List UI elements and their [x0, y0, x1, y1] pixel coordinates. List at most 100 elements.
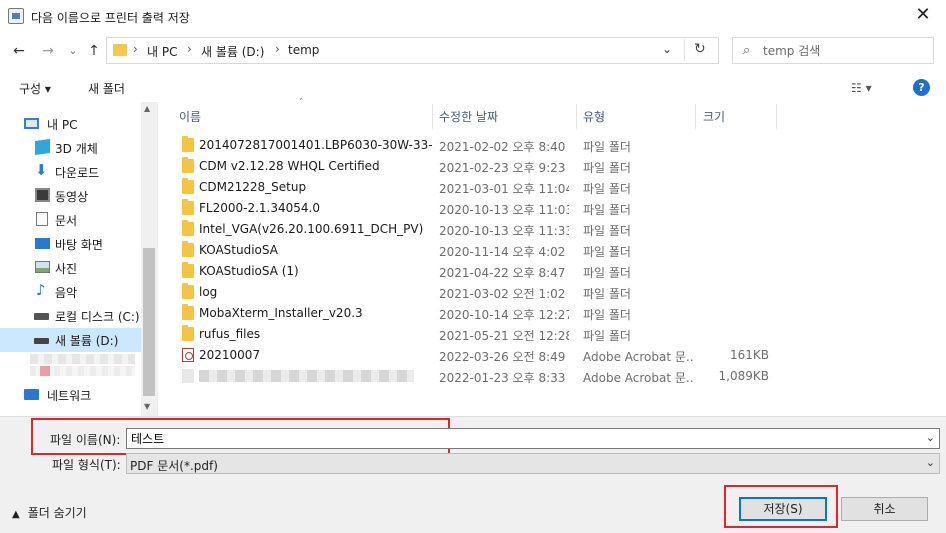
folder-icon: [182, 283, 194, 299]
file-date: 2022-01-23 오후 8:33: [439, 371, 566, 385]
chevron-down-icon[interactable]: ⌄: [662, 42, 672, 56]
chevron-down-icon[interactable]: ⌄: [926, 456, 935, 469]
filename-field[interactable]: ⌄: [126, 428, 940, 449]
folder-icon: [182, 220, 194, 236]
folder-icon: [182, 136, 194, 152]
file-row[interactable]: KOAStudioSA 2020-11-14 오후 4:02 파일 폴더: [178, 240, 778, 261]
scroll-down-icon[interactable]: ▼: [144, 402, 150, 411]
column-header-type[interactable]: 유형: [583, 108, 605, 125]
chevron-right-icon: ›: [275, 42, 280, 56]
filetype-select[interactable]: PDF 문서(*.pdf) ⌄: [126, 453, 940, 474]
file-name: CDM v2.12.28 WHQL Certified: [199, 159, 380, 173]
up-button[interactable]: ↑: [84, 41, 104, 61]
redacted-item: [40, 366, 50, 376]
sidebar-item-label: 문서: [55, 214, 78, 228]
folder-icon: [182, 157, 194, 173]
file-name: 20210007: [199, 348, 261, 362]
file-date: 2020-10-13 오후 11:33: [439, 224, 569, 238]
file-row[interactable]: CDM v2.12.28 WHQL Certified 2021-02-23 오후…: [178, 156, 778, 177]
sidebar-item-documents[interactable]: 문서: [0, 208, 141, 232]
sidebar-item-music[interactable]: ♪ 음악: [0, 280, 141, 304]
window-title: 다음 이름으로 프린터 출력 저장: [31, 11, 190, 25]
file-date: 2020-11-14 오후 4:02: [439, 245, 566, 259]
recent-locations-button[interactable]: ⌄: [63, 41, 83, 61]
back-button[interactable]: ←: [9, 41, 29, 61]
file-type: 파일 폴더: [583, 329, 631, 343]
search-icon: ⌕: [743, 43, 751, 58]
chevron-up-icon: ▲: [12, 509, 20, 520]
refresh-icon[interactable]: ↻: [694, 41, 706, 57]
file-row[interactable]: 2022-01-23 오후 8:33 Adobe Acrobat 문... 1,08…: [178, 366, 778, 387]
file-row[interactable]: KOAStudioSA (1) 2021-04-22 오후 8:47 파일 폴더: [178, 261, 778, 282]
sidebar-item-label: 내 PC: [47, 118, 78, 132]
sidebar-item-pictures[interactable]: 사진: [0, 256, 141, 280]
cancel-button[interactable]: 취소: [841, 497, 928, 521]
breadcrumb-temp[interactable]: temp: [288, 43, 319, 57]
view-options-icon[interactable]: ☷ ▾: [851, 81, 872, 95]
save-button[interactable]: 저장(S): [739, 497, 827, 521]
video-icon: [35, 188, 50, 202]
file-type: Adobe Acrobat 문...: [583, 371, 693, 385]
hide-folders-toggle[interactable]: ▲ 폴더 숨기기: [12, 504, 87, 521]
address-bar[interactable]: › 내 PC › 새 볼륨 (D:) › temp ⌄ ↻: [106, 37, 719, 64]
breadcrumb-drive-d[interactable]: 새 볼륨 (D:): [201, 43, 264, 60]
music-icon: ♪: [36, 281, 46, 299]
sidebar-item-videos[interactable]: 동영상: [0, 184, 141, 208]
sidebar-item-label: 사진: [55, 262, 78, 276]
column-header-size[interactable]: 크기: [703, 108, 725, 125]
filename-input[interactable]: [131, 430, 911, 447]
sidebar-item-my-pc[interactable]: 내 PC: [0, 112, 141, 136]
help-icon[interactable]: ?: [913, 79, 930, 96]
scroll-up-icon[interactable]: ▲: [144, 104, 150, 113]
column-divider[interactable]: [776, 104, 777, 129]
search-box[interactable]: ⌕: [732, 37, 934, 64]
column-divider[interactable]: [695, 104, 696, 129]
file-name: CDM21228_Setup: [199, 180, 307, 194]
sidebar-item-network[interactable]: 네트워크: [0, 383, 141, 407]
file-date: 2020-10-14 오후 12:27: [439, 308, 569, 322]
new-folder-button[interactable]: 새 폴더: [88, 80, 125, 97]
file-row[interactable]: rufus_files 2021-05-21 오전 12:28 파일 폴더: [178, 324, 778, 345]
file-date: 2021-05-21 오전 12:28: [439, 329, 569, 343]
file-row[interactable]: log 2021-03-02 오전 1:02 파일 폴더: [178, 282, 778, 303]
file-name: FL2000-2.1.34054.0: [199, 201, 320, 215]
column-header-name[interactable]: 이름: [179, 108, 201, 125]
local-disk-icon: [34, 313, 49, 320]
title-bar: 다음 이름으로 프린터 출력 저장 ✕: [0, 0, 946, 34]
sidebar-item-3d-objects[interactable]: 3D 개체: [0, 136, 141, 160]
file-row[interactable]: Intel_VGA(v26.20.100.6911_DCH_PV) 2020-10…: [178, 219, 778, 240]
chevron-right-icon: ›: [133, 42, 138, 56]
file-row[interactable]: 2014072817001401.LBP6030-30W-33-... 2021-…: [178, 135, 778, 156]
file-type: 파일 폴더: [583, 140, 631, 154]
close-button[interactable]: ✕: [900, 0, 946, 32]
sidebar-item-downloads[interactable]: ⬇ 다운로드: [0, 160, 141, 184]
chevron-down-icon[interactable]: ⌄: [926, 431, 935, 444]
file-row[interactable]: MobaXterm_Installer_v20.3 2020-10-14 오후 1…: [178, 303, 778, 324]
file-row[interactable]: FL2000-2.1.34054.0 2020-10-13 오후 11:03 파일 …: [178, 198, 778, 219]
filetype-label: 파일 형식(T):: [52, 458, 121, 472]
folder-icon: [182, 241, 194, 257]
scrollbar-thumb[interactable]: [143, 248, 155, 396]
folder-icon: [182, 304, 194, 320]
column-header-date[interactable]: 수정한 날짜: [439, 108, 498, 125]
file-row[interactable]: CDM21228_Setup 2021-03-01 오후 11:04 파일 폴더: [178, 177, 778, 198]
sidebar-item-local-disk-c[interactable]: 로컬 디스크 (C:): [0, 304, 141, 328]
sidebar-item-label: 다운로드: [55, 166, 100, 180]
column-divider[interactable]: [576, 104, 577, 129]
sidebar-item-desktop[interactable]: 바탕 화면: [0, 232, 141, 256]
file-date: 2021-03-01 오후 11:04: [439, 182, 569, 196]
file-row[interactable]: 20210007 2022-03-26 오전 8:49 Adobe Acrobat …: [178, 345, 778, 366]
pdf-icon: [182, 348, 194, 362]
sidebar-scrollbar[interactable]: ▲ ▼: [141, 102, 157, 416]
file-name: Intel_VGA(v26.20.100.6911_DCH_PV): [199, 222, 424, 236]
save-options-panel: 파일 이름(N): ⌄ 파일 형식(T): PDF 문서(*.pdf) ⌄ ▲폴…: [0, 416, 946, 533]
organize-menu-button[interactable]: 구성 ▾: [19, 80, 51, 97]
file-type: 파일 폴더: [583, 182, 631, 196]
sidebar-item-volume-d[interactable]: 새 볼륨 (D:): [0, 328, 141, 352]
forward-button[interactable]: →: [38, 41, 58, 61]
desktop-icon: [35, 238, 50, 249]
breadcrumb-my-pc[interactable]: 내 PC: [147, 43, 177, 60]
search-input[interactable]: [763, 42, 923, 60]
column-divider[interactable]: [432, 104, 433, 129]
command-toolbar: 구성 ▾ 새 폴더 ☷ ▾ ?: [0, 72, 946, 102]
